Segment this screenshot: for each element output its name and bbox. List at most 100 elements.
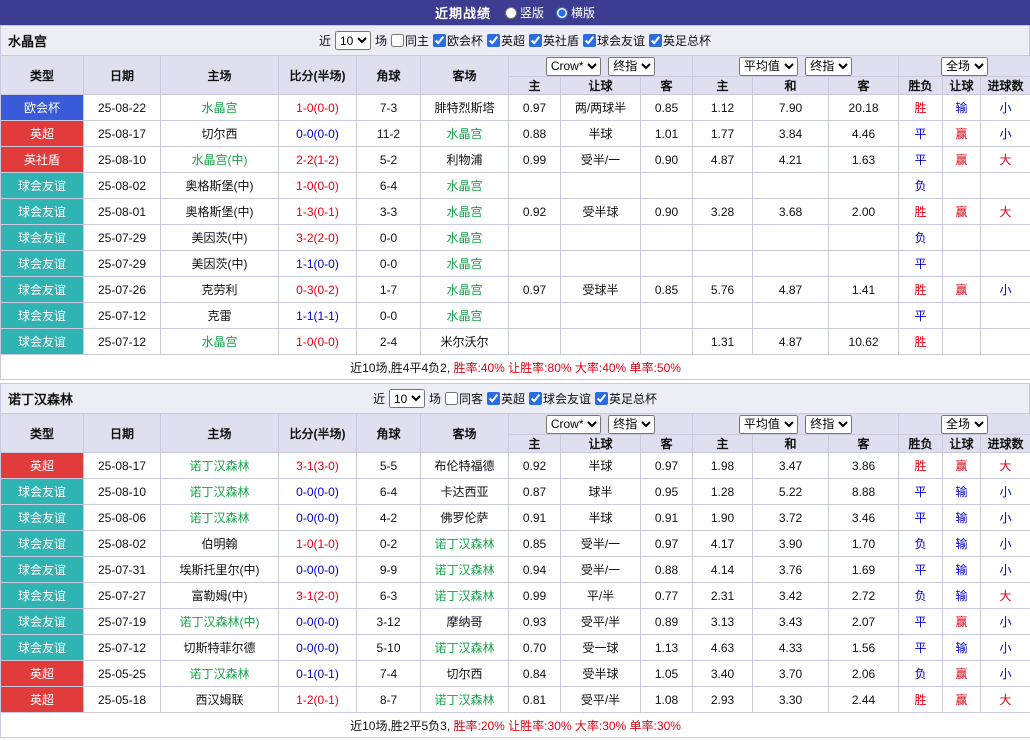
results-table: 类型 日期 主场 比分(半场) 角球 客场 Crow* 终指 平均值 终指: [0, 413, 1030, 738]
col-result: 胜负: [899, 435, 943, 453]
league-filter-0[interactable]: 英超: [487, 390, 525, 407]
layout-radio-1[interactable]: [556, 7, 568, 19]
goals-result: 小: [981, 661, 1030, 687]
result: 平: [899, 147, 943, 173]
corners: 6-4: [357, 479, 421, 505]
scope-select[interactable]: 全场: [941, 415, 988, 434]
away-team: 佛罗伦萨: [421, 505, 509, 531]
col-goals: 进球数: [981, 435, 1030, 453]
odds-away: [641, 225, 693, 251]
avg-away: [829, 303, 899, 329]
home-team: 诺丁汉森林: [161, 661, 279, 687]
handicap-result: [943, 225, 981, 251]
odds-stage-select[interactable]: 终指: [608, 415, 655, 434]
home-team: 美因茨(中): [161, 251, 279, 277]
league-filter-1[interactable]: 英超: [487, 32, 525, 49]
avg-stage-select[interactable]: 终指: [805, 57, 852, 76]
goals-result: 小: [981, 531, 1030, 557]
venue-filter[interactable]: 同主: [391, 32, 429, 49]
results-body: 英超25-08-17诺丁汉森林3-1(3-0)5-5布伦特福德0.92半球0.9…: [1, 453, 1030, 713]
league-filter-2-checkbox[interactable]: [529, 34, 542, 47]
col-odds-handicap: 让球: [561, 435, 641, 453]
handicap-result: 输: [943, 583, 981, 609]
match-row: 球会友谊25-07-29美因茨(中)3-2(2-0)0-0水晶宫负: [1, 225, 1030, 251]
layout-option-1[interactable]: 横版: [556, 4, 595, 21]
avg-select[interactable]: 平均值: [739, 415, 798, 434]
avg-away: 20.18: [829, 95, 899, 121]
result: 胜: [899, 453, 943, 479]
match-row: 球会友谊25-07-31埃斯托里尔(中)0-0(0-0)9-9诺丁汉森林0.94…: [1, 557, 1030, 583]
avg-draw: 3.84: [753, 121, 829, 147]
home-team: 水晶宫: [161, 95, 279, 121]
handicap-result: 赢: [943, 661, 981, 687]
odds-stage-select[interactable]: 终指: [608, 57, 655, 76]
league-filter-0-checkbox[interactable]: [433, 34, 446, 47]
match-date: 25-08-01: [84, 199, 161, 225]
avg-draw: 3.68: [753, 199, 829, 225]
league-filter-1[interactable]: 球会友谊: [529, 390, 591, 407]
avg-stage-select[interactable]: 终指: [805, 415, 852, 434]
goals-result: [981, 225, 1030, 251]
odds-company-select[interactable]: Crow*: [546, 57, 601, 76]
goals-result: 大: [981, 687, 1030, 713]
match-row: 球会友谊25-08-02伯明翰1-0(1-0)0-2诺丁汉森林0.85受半/一0…: [1, 531, 1030, 557]
scope-select[interactable]: 全场: [941, 57, 988, 76]
odds-handicap: 受半/一: [561, 557, 641, 583]
league-badge: 球会友谊: [1, 225, 84, 251]
score: 0-0(0-0): [279, 505, 357, 531]
col-avg-home: 主: [693, 435, 753, 453]
league-filter-4-label: 英足总杯: [663, 32, 711, 49]
layout-option-0[interactable]: 竖版: [505, 4, 544, 21]
league-filter-2[interactable]: 英社盾: [529, 32, 579, 49]
league-filter-2[interactable]: 英足总杯: [595, 390, 657, 407]
match-date: 25-07-12: [84, 635, 161, 661]
away-team: 水晶宫: [421, 251, 509, 277]
avg-draw: [753, 225, 829, 251]
result: 负: [899, 225, 943, 251]
away-team: 诺丁汉森林: [421, 635, 509, 661]
league-filter-4[interactable]: 英足总杯: [649, 32, 711, 49]
odds-home: 0.87: [509, 479, 561, 505]
odds-handicap: [561, 329, 641, 355]
league-filter-2-checkbox[interactable]: [595, 392, 608, 405]
avg-draw: [753, 251, 829, 277]
venue-filter-checkbox[interactable]: [445, 392, 458, 405]
league-filter-0-checkbox[interactable]: [487, 392, 500, 405]
avg-select[interactable]: 平均值: [739, 57, 798, 76]
match-count-select[interactable]: 10: [389, 389, 425, 408]
match-row: 英社盾25-08-10水晶宫(中)2-2(1-2)5-2利物浦0.99受半/一0…: [1, 147, 1030, 173]
league-filter-3-checkbox[interactable]: [583, 34, 596, 47]
league-badge: 球会友谊: [1, 557, 84, 583]
match-count-select[interactable]: 10: [335, 31, 371, 50]
result: 平: [899, 609, 943, 635]
result: 胜: [899, 277, 943, 303]
home-team: 诺丁汉森林: [161, 453, 279, 479]
corners: 5-5: [357, 453, 421, 479]
section-nottingham-forest: 诺丁汉森林 近10场同客英超球会友谊英足总杯 类型 日期 主场 比分(半场) 角…: [0, 383, 1030, 738]
league-filter-4-checkbox[interactable]: [649, 34, 662, 47]
match-row: 球会友谊25-07-12克雷1-1(1-1)0-0水晶宫平: [1, 303, 1030, 329]
layout-radio-0[interactable]: [505, 7, 517, 19]
venue-filter-checkbox[interactable]: [391, 34, 404, 47]
col-corners: 角球: [357, 414, 421, 453]
league-filter-1-checkbox[interactable]: [487, 34, 500, 47]
corners: 4-2: [357, 505, 421, 531]
away-team: 卡达西亚: [421, 479, 509, 505]
avg-home: 1.31: [693, 329, 753, 355]
venue-filter[interactable]: 同客: [445, 390, 483, 407]
odds-home: 0.97: [509, 277, 561, 303]
league-filter-1-label: 球会友谊: [543, 390, 591, 407]
col-away: 客场: [421, 414, 509, 453]
avg-away: 1.41: [829, 277, 899, 303]
odds-handicap: [561, 303, 641, 329]
result: 负: [899, 531, 943, 557]
odds-home: [509, 329, 561, 355]
league-filter-1-checkbox[interactable]: [529, 392, 542, 405]
goals-result: 小: [981, 609, 1030, 635]
home-team: 西汉姆联: [161, 687, 279, 713]
odds-handicap: 球半: [561, 479, 641, 505]
match-date: 25-07-12: [84, 303, 161, 329]
league-filter-0[interactable]: 欧会杯: [433, 32, 483, 49]
league-filter-3[interactable]: 球会友谊: [583, 32, 645, 49]
odds-company-select[interactable]: Crow*: [546, 415, 601, 434]
